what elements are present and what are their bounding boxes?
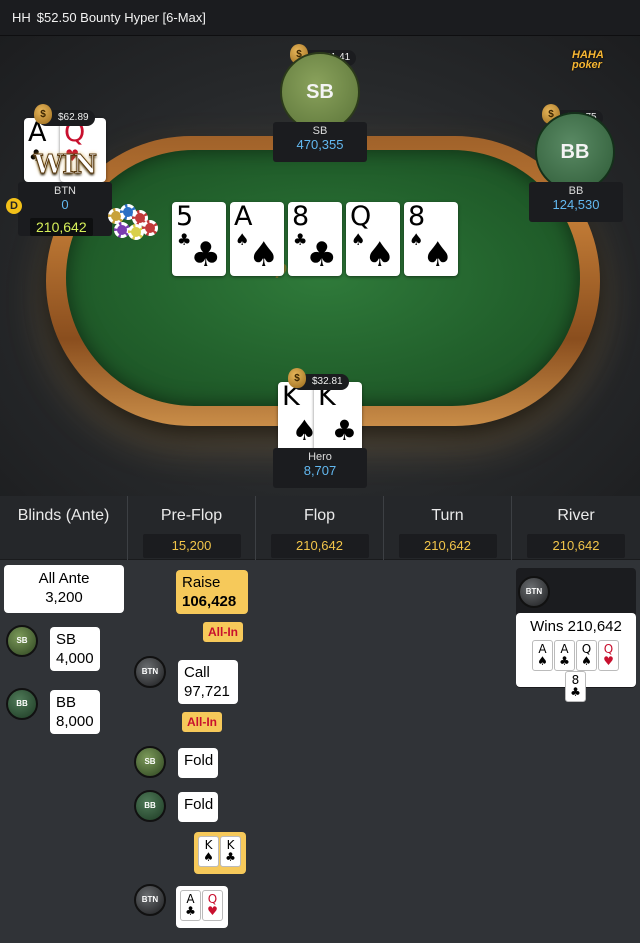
btn-stack: 0	[61, 197, 69, 212]
street-header[interactable]: Flop 210,642	[256, 496, 383, 560]
mini-card: Q ♥	[598, 640, 619, 671]
brand-logo: HAHA poker	[572, 50, 604, 71]
winning-hand: A ♠ A ♣ Q ♠ Q ♥ 8 ♣	[522, 640, 630, 702]
dealer-button-icon: D	[6, 198, 22, 214]
brand-logo-line2: poker	[572, 59, 602, 71]
sb-stack: 470,355	[296, 137, 344, 152]
mini-card: A ♣	[180, 890, 201, 921]
street-pot: 15,200	[142, 534, 241, 558]
mini-card: 8 ♣	[565, 671, 586, 702]
sb-blind-entry: SB 4,000	[50, 627, 100, 671]
board-card: Q ♠ ♠	[346, 202, 400, 276]
btn-position-badge: BTN	[134, 884, 166, 916]
board-card: 5 ♣ ♣	[172, 202, 226, 276]
money-bag-icon: $	[288, 368, 306, 388]
street-header[interactable]: Pre-Flop 15,200	[128, 496, 255, 560]
sb-avatar[interactable]: SB	[280, 52, 360, 132]
river-win-entry: Wins 210,642 A ♠ A ♣ Q ♠ Q ♥ 8 ♣	[516, 613, 636, 702]
raise-action: Raise 106,428	[176, 570, 248, 614]
hh-label: HH	[12, 10, 31, 25]
bb-stack: 124,530	[552, 197, 600, 212]
money-bag-icon: $	[34, 104, 52, 124]
street-label: Flop	[303, 507, 336, 524]
street-label: Turn	[431, 507, 464, 524]
mini-card: K ♣	[220, 836, 241, 867]
btn-position-badge: BTN	[134, 656, 166, 688]
street-label: Blinds (Ante)	[17, 507, 110, 524]
street-label: Pre-Flop	[160, 507, 223, 524]
tournament-title: $52.50 Bounty Hyper [6-Max]	[36, 10, 206, 25]
sb-nameplate: SB 470,355	[273, 122, 367, 162]
hero-name: Hero	[308, 451, 332, 463]
sb-position-badge: SB	[134, 746, 166, 778]
bb-position-badge: BB	[6, 688, 38, 720]
hero-shown-cards: K ♠ K ♣	[194, 832, 246, 874]
all-in-badge: All-In	[182, 712, 222, 732]
board-card: 8 ♠ ♠	[404, 202, 458, 276]
hero-stack: 8,707	[303, 463, 337, 478]
sb-name: SB	[312, 125, 328, 137]
fold-action: Fold	[178, 748, 218, 778]
btn-name: BTN	[54, 185, 76, 197]
mini-card: A ♠	[532, 640, 553, 671]
title-bar: HH $52.50 Bounty Hyper [6-Max]	[0, 0, 640, 36]
street-pot: 210,642	[270, 534, 369, 558]
mini-card: Q ♥	[202, 890, 223, 921]
mini-card: Q ♠	[576, 640, 597, 671]
street-pot: 210,642	[398, 534, 497, 558]
street-header[interactable]: Blinds (Ante)	[0, 496, 127, 560]
mini-card: K ♠	[198, 836, 219, 867]
street-pot: 210,642	[527, 534, 625, 558]
btn-bounty: $ $62.89	[34, 104, 95, 126]
bb-name: BB	[568, 185, 584, 197]
street-column-river: River 210,642	[512, 496, 640, 943]
fold-action: Fold	[178, 792, 218, 822]
btn-bet-amount: 210,642	[30, 218, 93, 236]
win-amount: Wins 210,642	[530, 618, 622, 635]
board-card: 8 ♣ ♣	[288, 202, 342, 276]
all-in-badge: All-In	[203, 622, 243, 642]
bb-blind-entry: BB 8,000	[50, 690, 100, 734]
win-banner: WIN	[33, 150, 97, 181]
bb-position-badge: BB	[134, 790, 166, 822]
mini-card: A ♣	[554, 640, 575, 671]
street-header[interactable]: River 210,642	[512, 496, 640, 560]
hero-nameplate: Hero 8,707	[273, 448, 367, 488]
hero-hole-card-2: K ♣	[314, 382, 362, 452]
poker-table-area: poker HAHA poker $$141.41 SB SB 470,355 …	[0, 36, 640, 496]
btn-shown-cards: A ♣ Q ♥	[176, 886, 228, 928]
btn-position-badge: BTN	[518, 576, 550, 608]
bb-avatar[interactable]: BB	[535, 112, 615, 192]
street-header[interactable]: Turn 210,642	[384, 496, 511, 560]
street-label: River	[557, 507, 595, 524]
hero-bounty: $ $32.81	[288, 368, 349, 390]
bb-nameplate: BB 124,530	[529, 182, 623, 222]
ante-entry: All Ante 3,200	[4, 565, 124, 613]
board-card: A ♠ ♠	[230, 202, 284, 276]
sb-position-badge: SB	[6, 625, 38, 657]
chip-stack-icon	[106, 204, 166, 246]
call-action: Call 97,721	[178, 660, 238, 704]
street-column-turn: Turn 210,642	[384, 496, 512, 943]
street-column-flop: Flop 210,642	[256, 496, 384, 943]
